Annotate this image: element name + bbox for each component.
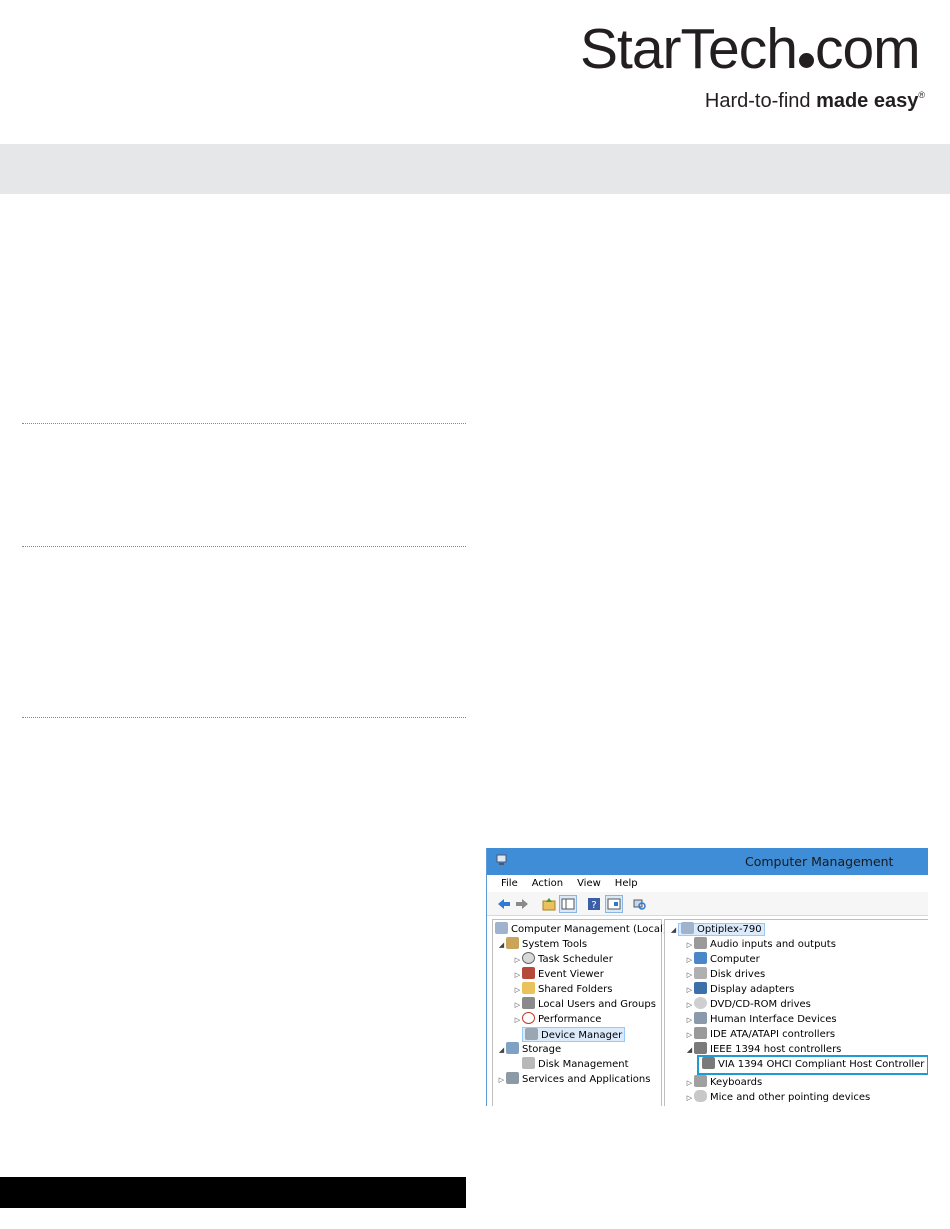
device-tree-pane: ◢ Optiplex-790 ▷ Audio inputs and outputs … xyxy=(664,919,928,1106)
show-hide-tree-icon[interactable] xyxy=(559,895,577,913)
device-category-ide[interactable]: ▷ IDE ATA/ATAPI controllers xyxy=(685,1027,835,1042)
computer-management-icon xyxy=(495,922,508,934)
mouse-icon xyxy=(694,1090,707,1102)
collapse-arrow-icon[interactable]: ◢ xyxy=(685,1043,694,1058)
disk-drive-icon xyxy=(694,967,707,979)
computer-icon xyxy=(681,922,694,934)
footer-bar xyxy=(0,1177,466,1208)
device-category-hid[interactable]: ▷ Human Interface Devices xyxy=(685,1012,837,1027)
logo-tagline: Hard-to-find made easy® xyxy=(704,90,925,112)
expand-arrow-icon[interactable]: ▷ xyxy=(685,1091,694,1106)
menu-help[interactable]: Help xyxy=(615,878,638,889)
device-category-keyboards[interactable]: ▷ Keyboards xyxy=(685,1075,762,1090)
clock-icon xyxy=(522,952,535,964)
computer-management-screenshot: Computer Management File Action View Hel… xyxy=(486,848,928,1106)
device-category-display-adapters[interactable]: ▷ Display adapters xyxy=(685,982,794,997)
tools-icon xyxy=(506,937,519,949)
svg-text:?: ? xyxy=(591,900,596,911)
collapse-arrow-icon[interactable]: ◢ xyxy=(497,1043,506,1058)
scan-hardware-icon[interactable] xyxy=(631,896,647,912)
section-divider-1 xyxy=(22,423,466,424)
users-icon xyxy=(522,997,535,1009)
disk-management-icon xyxy=(522,1057,535,1069)
logo-dot-icon xyxy=(798,53,814,68)
speaker-icon xyxy=(694,937,707,949)
expand-arrow-icon[interactable]: ▷ xyxy=(497,1073,506,1088)
menu-view[interactable]: View xyxy=(577,878,601,889)
storage-icon xyxy=(506,1042,519,1054)
console-tree-pane: Computer Management (Local) ◢ System Tool… xyxy=(492,919,667,1106)
section-divider-2 xyxy=(22,546,466,547)
tree-item-computer-management[interactable]: Computer Management (Local) xyxy=(495,922,667,937)
header-band xyxy=(0,144,950,194)
services-icon xyxy=(506,1072,519,1084)
expand-arrow-icon[interactable]: ▷ xyxy=(513,1013,522,1028)
device-via-1394-controller[interactable]: VIA 1394 OHCI Compliant Host Controller xyxy=(697,1055,928,1075)
window-titlebar: Computer Management xyxy=(487,848,928,875)
hid-icon xyxy=(694,1012,707,1024)
logo-wordmark: StarTech com xyxy=(580,17,921,81)
dvd-icon xyxy=(694,997,707,1009)
expand-arrow-icon[interactable]: ▷ xyxy=(685,1013,694,1028)
expand-arrow-icon[interactable]: ▷ xyxy=(513,998,522,1013)
tree-item-task-scheduler[interactable]: ▷ Task Scheduler xyxy=(513,952,613,967)
collapse-arrow-icon[interactable]: ◢ xyxy=(497,938,506,953)
forward-arrow-icon[interactable] xyxy=(514,896,530,912)
back-arrow-icon[interactable] xyxy=(496,896,512,912)
tree-item-device-manager[interactable]: Device Manager xyxy=(522,1027,626,1042)
expand-arrow-icon[interactable]: ▷ xyxy=(513,968,522,983)
monitor-icon xyxy=(694,952,707,964)
startech-logo: StarTech com Hard-to-find made easy® xyxy=(580,18,925,118)
performance-icon xyxy=(522,1012,535,1024)
device-category-disk-drives[interactable]: ▷ Disk drives xyxy=(685,967,765,982)
expand-arrow-icon[interactable]: ▷ xyxy=(685,998,694,1013)
device-category-mice[interactable]: ▷ Mice and other pointing devices xyxy=(685,1090,870,1105)
tree-item-system-tools[interactable]: ◢ System Tools xyxy=(497,937,587,952)
device-category-computer[interactable]: ▷ Computer xyxy=(685,952,760,967)
collapse-arrow-icon[interactable]: ◢ xyxy=(669,923,678,938)
tree-item-event-viewer[interactable]: ▷ Event Viewer xyxy=(513,967,604,982)
toolbar: ? xyxy=(487,892,928,916)
tree-item-local-users-and-groups[interactable]: ▷ Local Users and Groups xyxy=(513,997,656,1012)
tree-item-performance[interactable]: ▷ Performance xyxy=(513,1012,601,1027)
tree-item-disk-management[interactable]: Disk Management xyxy=(522,1057,629,1072)
expand-arrow-icon[interactable]: ▷ xyxy=(685,938,694,953)
help-icon[interactable]: ? xyxy=(586,896,602,912)
device-manager-icon xyxy=(525,1028,538,1040)
expand-arrow-icon[interactable]: ▷ xyxy=(685,1028,694,1043)
firewire-icon xyxy=(694,1042,707,1054)
expand-arrow-icon[interactable]: ▷ xyxy=(685,1076,694,1091)
expand-arrow-icon[interactable]: ▷ xyxy=(513,953,522,968)
tree-item-services-and-applications[interactable]: ▷ Services and Applications xyxy=(497,1072,650,1087)
window-title: Computer Management xyxy=(745,854,894,869)
expand-arrow-icon[interactable]: ▷ xyxy=(685,983,694,998)
device-category-dvd-cd-rom[interactable]: ▷ DVD/CD-ROM drives xyxy=(685,997,811,1012)
menu-bar: File Action View Help xyxy=(487,875,928,892)
display-adapter-icon xyxy=(694,982,707,994)
expand-arrow-icon[interactable]: ▷ xyxy=(685,953,694,968)
up-folder-icon[interactable] xyxy=(541,896,557,912)
firewire-device-icon xyxy=(702,1057,715,1069)
menu-action[interactable]: Action xyxy=(532,878,563,889)
computer-management-app-icon xyxy=(496,854,507,865)
window-panes: Computer Management (Local) ◢ System Tool… xyxy=(487,917,928,1106)
expand-arrow-icon[interactable]: ▷ xyxy=(685,968,694,983)
tree-item-shared-folders[interactable]: ▷ Shared Folders xyxy=(513,982,613,997)
device-tree-root[interactable]: ◢ Optiplex-790 xyxy=(669,922,765,937)
keyboard-icon xyxy=(694,1075,707,1087)
shared-folder-icon xyxy=(522,982,535,994)
properties-icon[interactable] xyxy=(605,895,623,913)
section-divider-3 xyxy=(22,717,466,718)
tree-item-storage[interactable]: ◢ Storage xyxy=(497,1042,561,1057)
expand-arrow-icon[interactable]: ▷ xyxy=(513,983,522,998)
menu-file[interactable]: File xyxy=(501,878,518,889)
event-viewer-icon xyxy=(522,967,535,979)
device-category-audio[interactable]: ▷ Audio inputs and outputs xyxy=(685,937,836,952)
ide-icon xyxy=(694,1027,707,1039)
